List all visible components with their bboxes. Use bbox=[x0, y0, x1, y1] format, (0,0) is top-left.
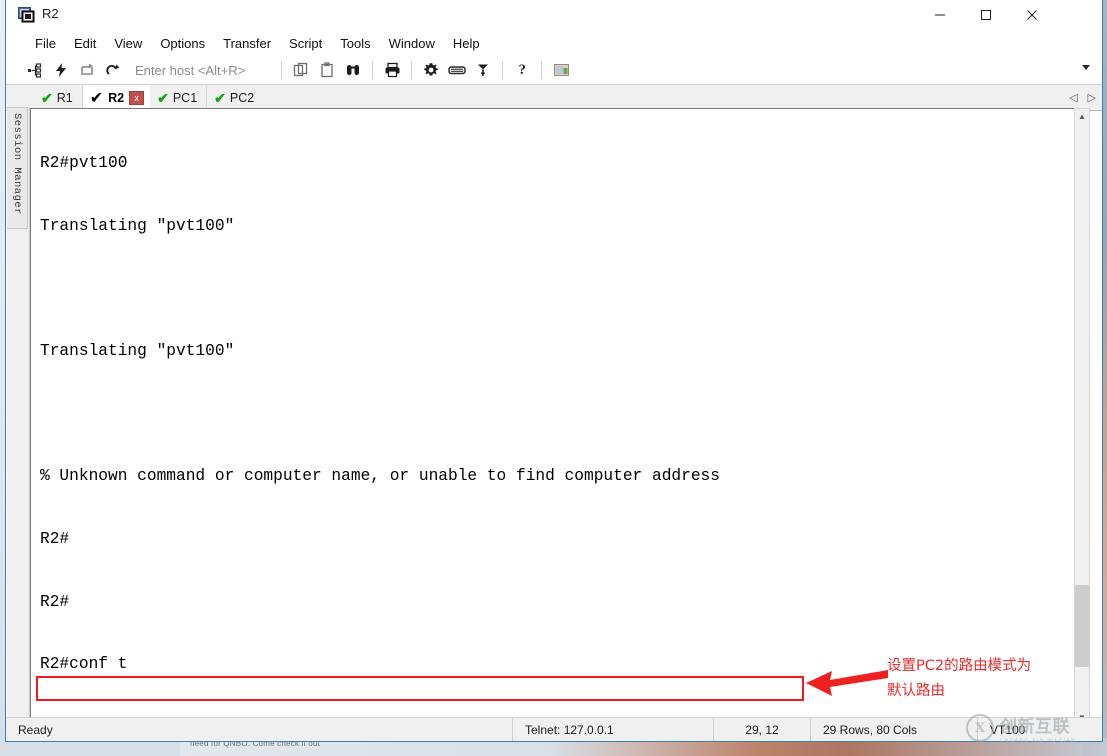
status-ready: Ready bbox=[18, 722, 53, 737]
terminal-line: % Unknown command or computer name, or u… bbox=[40, 467, 720, 486]
menu-bar: File Edit View Options Transfer Script T… bbox=[6, 31, 1102, 56]
terminal-line: Translating "pvt100" bbox=[40, 341, 235, 360]
menu-tools[interactable]: Tools bbox=[331, 34, 379, 53]
watermark-logo-icon: X bbox=[966, 714, 994, 742]
close-button[interactable] bbox=[1009, 0, 1055, 30]
screen-root: 1 need for QNBO. Come check it out R2 bbox=[0, 0, 1107, 756]
tab-r1[interactable]: ✔ R1 bbox=[34, 85, 83, 110]
disconnect-icon[interactable] bbox=[100, 58, 126, 82]
gear-icon[interactable] bbox=[418, 58, 444, 82]
keyboard-icon[interactable] bbox=[444, 58, 470, 82]
tab-scroll-controls: ◁ ▷ bbox=[1069, 85, 1096, 110]
window-title: R2 bbox=[42, 6, 59, 21]
watermark: X 创新互联 CHUANG XIN HU LIAN bbox=[966, 712, 1076, 744]
session-manager-rail: Session Manager bbox=[7, 107, 30, 729]
terminal-line: R2# bbox=[40, 592, 70, 611]
session-manager-tab[interactable]: Session Manager bbox=[7, 107, 28, 229]
connected-check-icon: ✔ bbox=[214, 89, 226, 106]
menu-script[interactable]: Script bbox=[280, 34, 331, 53]
toolbar-separator-4 bbox=[502, 61, 504, 79]
maximize-button[interactable] bbox=[963, 0, 1009, 30]
terminal-line: R2#pvt100 bbox=[40, 153, 128, 172]
tool-bar: Enter host <Alt+R> ? bbox=[6, 56, 1102, 85]
toolbar-separator bbox=[281, 61, 283, 79]
app-icon bbox=[18, 7, 35, 23]
annotation-line-2: 默认路由 bbox=[887, 683, 945, 699]
tab-pc2[interactable]: ✔ PC2 bbox=[207, 85, 264, 110]
terminal-line: R2# bbox=[40, 530, 70, 549]
connect-icon[interactable] bbox=[22, 58, 48, 82]
menu-file[interactable]: File bbox=[26, 34, 65, 53]
copy-icon[interactable] bbox=[288, 58, 314, 82]
toolbar-overflow-icon[interactable] bbox=[1082, 65, 1090, 70]
status-bar: Ready Telnet: 127.0.0.1 29, 12 29 Rows, … bbox=[6, 717, 1102, 741]
securecrt-window: R2 File Edit View Options Transfer Scrip… bbox=[5, 0, 1103, 742]
tab-label: PC2 bbox=[229, 90, 255, 105]
scrollbar-thumb[interactable] bbox=[1075, 585, 1089, 667]
watermark-text-en: CHUANG XIN HU LIAN bbox=[1000, 738, 1077, 744]
tab-scroll-prev-icon[interactable]: ◁ bbox=[1069, 91, 1077, 104]
find-icon[interactable] bbox=[340, 58, 366, 82]
status-connection: Telnet: 127.0.0.1 bbox=[512, 718, 713, 741]
terminal-line: Translating "pvt100" bbox=[40, 216, 235, 235]
toolbar-separator-3 bbox=[411, 61, 413, 79]
terminal-scrollbar[interactable]: ▲ ▼ bbox=[1074, 108, 1090, 726]
tab-scroll-next-icon[interactable]: ▷ bbox=[1088, 91, 1096, 104]
menu-window[interactable]: Window bbox=[380, 34, 444, 53]
tab-label: R2 bbox=[108, 90, 125, 105]
status-screen-size: 29 Rows, 80 Cols bbox=[810, 718, 977, 741]
menu-view[interactable]: View bbox=[105, 34, 151, 53]
tab-pc1[interactable]: ✔ PC1 bbox=[150, 85, 208, 110]
help-icon[interactable]: ? bbox=[509, 58, 535, 82]
connected-check-icon: ✔ bbox=[89, 89, 104, 107]
quick-connect-icon[interactable] bbox=[48, 58, 74, 82]
annotation-text: 设置PC2的路由模式为 默认路由 bbox=[887, 654, 1031, 704]
watermark-text-cn: 创新互联 bbox=[1000, 717, 1070, 737]
annotation-arrow-icon bbox=[806, 666, 888, 705]
tab-label: PC1 bbox=[172, 90, 198, 105]
toolbar-separator-5 bbox=[541, 61, 543, 79]
menu-help[interactable]: Help bbox=[444, 34, 489, 53]
session-options-icon[interactable] bbox=[548, 58, 574, 82]
title-bar: R2 bbox=[6, 0, 1102, 31]
status-cursor-position: 29, 12 bbox=[713, 718, 810, 741]
tab-r2[interactable]: ✔ R2 x bbox=[82, 85, 151, 110]
terminal-pane[interactable]: R2#pvt100 Translating "pvt100" Translati… bbox=[30, 108, 1090, 726]
annotation-line-1: 设置PC2的路由模式为 bbox=[887, 658, 1032, 674]
key-icon[interactable] bbox=[470, 58, 496, 82]
connected-check-icon: ✔ bbox=[157, 89, 169, 106]
menu-edit[interactable]: Edit bbox=[65, 34, 105, 53]
session-manager-label: Session Manager bbox=[11, 112, 23, 215]
terminal-output: R2#pvt100 Translating "pvt100" Translati… bbox=[40, 111, 1080, 725]
minimize-button[interactable] bbox=[917, 0, 963, 30]
scroll-up-icon[interactable]: ▲ bbox=[1075, 109, 1089, 124]
toolbar-separator-2 bbox=[372, 61, 374, 79]
reconnect-icon[interactable] bbox=[74, 58, 100, 82]
menu-options[interactable]: Options bbox=[151, 34, 214, 53]
tab-close-icon[interactable]: x bbox=[129, 90, 145, 105]
print-icon[interactable] bbox=[379, 58, 405, 82]
paste-icon[interactable] bbox=[314, 58, 340, 82]
host-input[interactable]: Enter host <Alt+R> bbox=[135, 63, 245, 78]
connected-check-icon: ✔ bbox=[41, 89, 53, 106]
tab-label: R1 bbox=[56, 90, 73, 105]
menu-transfer[interactable]: Transfer bbox=[214, 34, 280, 53]
